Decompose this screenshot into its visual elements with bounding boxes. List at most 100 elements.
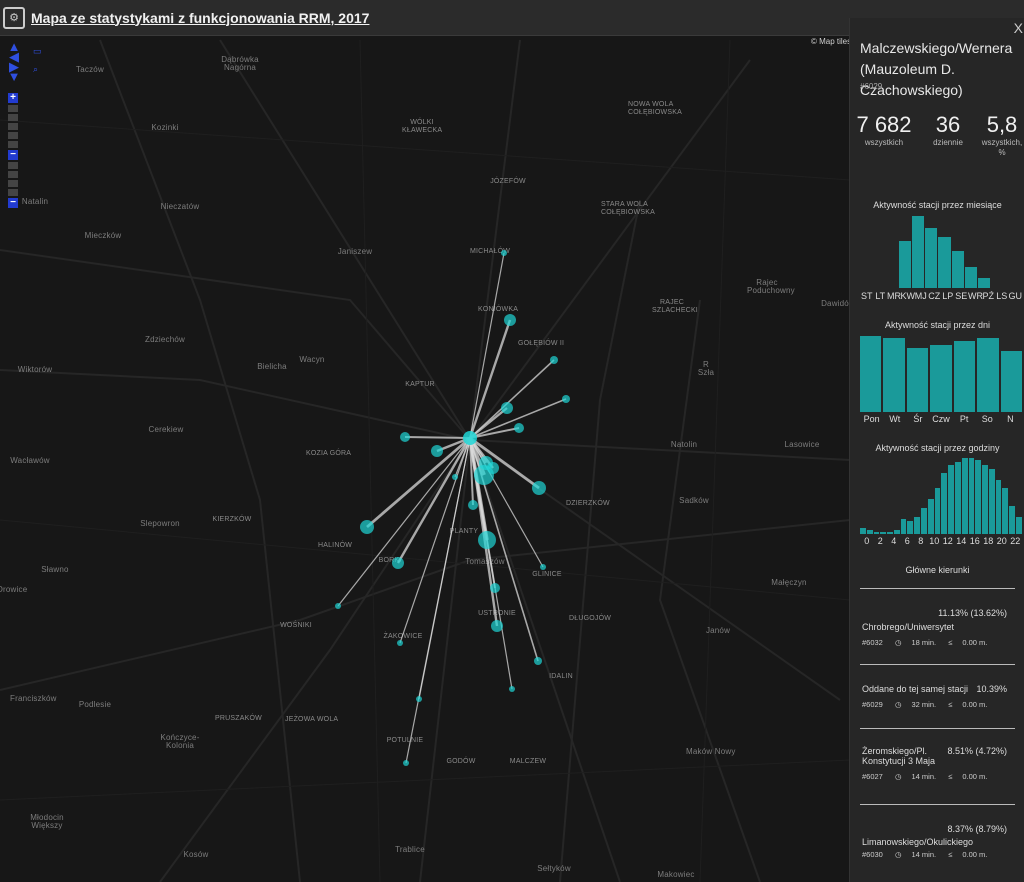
axis-tick-label: 12 <box>942 536 953 546</box>
axis-tick-label: 4 <box>891 536 897 546</box>
stat-label: wszystkich, % <box>981 138 1023 157</box>
chart-bar <box>927 499 934 534</box>
selected-station-node <box>463 431 477 445</box>
axis-tick-label: CZ <box>928 291 941 301</box>
chart-bar <box>953 341 976 412</box>
chart-bar <box>914 516 921 534</box>
station-node <box>474 465 494 485</box>
direction-meta: #6029 ◷ 32 min. ≤0.00 m. <box>862 700 1015 709</box>
chart-bar <box>975 460 982 534</box>
direction-item[interactable]: 8.37% (8.79%) Limanowskiego/Okulickiego … <box>862 824 1015 859</box>
axis-tick-label: Pt <box>959 414 969 424</box>
zoom-min-button[interactable]: − <box>8 198 18 208</box>
axis-tick-label: 8 <box>918 536 924 546</box>
station-node <box>504 314 516 326</box>
stat-daily: 36 dziennie <box>920 112 976 148</box>
zoom-level-step[interactable] <box>8 171 18 178</box>
axis-tick-label: 10 <box>929 536 940 546</box>
app-title[interactable]: Mapa ze statystykami z funkcjonowania RR… <box>31 10 369 26</box>
station-node <box>403 760 409 766</box>
zoom-in-button[interactable]: + <box>8 93 18 103</box>
chart-bar <box>912 216 925 288</box>
direction-id: #6027 <box>862 772 883 781</box>
axis-tick-label: KW <box>900 291 916 301</box>
station-node <box>550 356 558 364</box>
zoom-level-step[interactable] <box>8 123 18 130</box>
axis-tick-label: 22 <box>1010 536 1021 546</box>
axis-tick-label: 6 <box>904 536 910 546</box>
distance-icon: ≤ <box>948 772 953 781</box>
clock-icon: ◷ <box>894 772 902 781</box>
pan-control[interactable]: ▲ ◀ ▶ ▼ <box>4 40 24 83</box>
chart-bar <box>899 241 912 288</box>
zoom-level-step[interactable] <box>8 114 18 121</box>
day-chart <box>860 336 1022 412</box>
direction-name: Żeromskiego/Pl. Konstytucji 3 Maja <box>862 746 936 766</box>
divider <box>860 664 1015 665</box>
station-id: #6029 <box>860 82 883 91</box>
zoom-out-button[interactable]: − <box>8 150 18 160</box>
chart-bar <box>866 529 873 534</box>
direction-item[interactable]: 11.13% (13.62%) Chrobrego/Uniwersytet #6… <box>862 608 1015 647</box>
axis-tick-label: 2 <box>877 536 883 546</box>
chart-bar <box>961 458 968 534</box>
zoom-level-step[interactable] <box>8 189 18 196</box>
chart-bar <box>1000 351 1022 412</box>
chart-bar <box>860 336 882 412</box>
chart-bar <box>900 518 907 534</box>
station-node <box>468 500 478 510</box>
zoom-level-step[interactable] <box>8 180 18 187</box>
layers-icon[interactable]: ▭ <box>33 46 43 56</box>
chart-bar <box>921 507 927 534</box>
axis-tick-label: MR <box>887 291 901 301</box>
direction-id: #6032 <box>862 638 883 647</box>
axis-tick-label: MJ <box>914 291 927 301</box>
direction-item[interactable]: Oddane do tej samej stacji 10.39% #6029 … <box>862 684 1015 709</box>
stat-percent: 5,8 wszystkich, % <box>980 112 1024 158</box>
month-axis: ST LT MR KW MJ CZ LP SE WR PŹ LS GU <box>860 291 1022 301</box>
clock-icon: ◷ <box>894 638 902 647</box>
station-panel: X Malczewskiego/Wernera (Mauzoleum D. Cz… <box>849 18 1024 882</box>
chart-bar <box>907 520 914 534</box>
direction-time: 14 min. <box>911 772 937 781</box>
flow-line <box>337 437 471 607</box>
search-icon[interactable]: ⌕ <box>33 64 43 74</box>
directions-title: Główne kierunki <box>905 565 970 575</box>
pan-arrows-icon[interactable]: ▲ ◀ ▶ ▼ <box>4 40 24 83</box>
station-node <box>490 583 500 593</box>
station-node <box>562 395 570 403</box>
stat-value: 36 <box>935 112 961 137</box>
direction-percent: 8.51% (4.72%) <box>947 746 1007 756</box>
clock-icon: ◷ <box>894 700 902 709</box>
month-chart-title: Aktywność stacji przez miesiące <box>873 200 1002 210</box>
axis-tick-label: LT <box>875 291 886 301</box>
station-node <box>392 557 404 569</box>
zoom-level-step[interactable] <box>8 162 18 169</box>
zoom-level-step[interactable] <box>8 132 18 139</box>
zoom-bar[interactable]: + − − <box>8 93 18 210</box>
axis-tick-label: WR <box>968 291 983 301</box>
station-node <box>360 520 374 534</box>
direction-time: 14 min. <box>911 850 937 859</box>
stat-total: 7 682 wszystkich <box>856 112 912 148</box>
month-chart <box>860 216 1016 288</box>
direction-time: 18 min. <box>911 638 937 647</box>
zoom-level-step[interactable] <box>8 141 18 148</box>
axis-tick-label: Pon <box>863 414 880 424</box>
chart-bar <box>873 531 880 534</box>
direction-distance: 0.00 m. <box>962 638 988 647</box>
zoom-level-step[interactable] <box>8 105 18 112</box>
station-node <box>532 481 546 495</box>
chart-bar <box>887 531 893 534</box>
chart-bar <box>880 531 887 534</box>
close-icon[interactable]: X <box>1014 20 1023 36</box>
chart-bar <box>968 458 975 534</box>
stat-label: dziennie <box>933 138 963 147</box>
station-node <box>335 603 341 609</box>
axis-tick-label: 16 <box>969 536 980 546</box>
chart-bar <box>964 266 977 288</box>
direction-item[interactable]: Żeromskiego/Pl. Konstytucji 3 Maja 8.51%… <box>862 746 1015 781</box>
direction-percent: 8.37% (8.79%) <box>947 824 1007 834</box>
stat-value: 5,8 <box>986 112 1018 137</box>
axis-tick-label: Śr <box>913 414 923 424</box>
